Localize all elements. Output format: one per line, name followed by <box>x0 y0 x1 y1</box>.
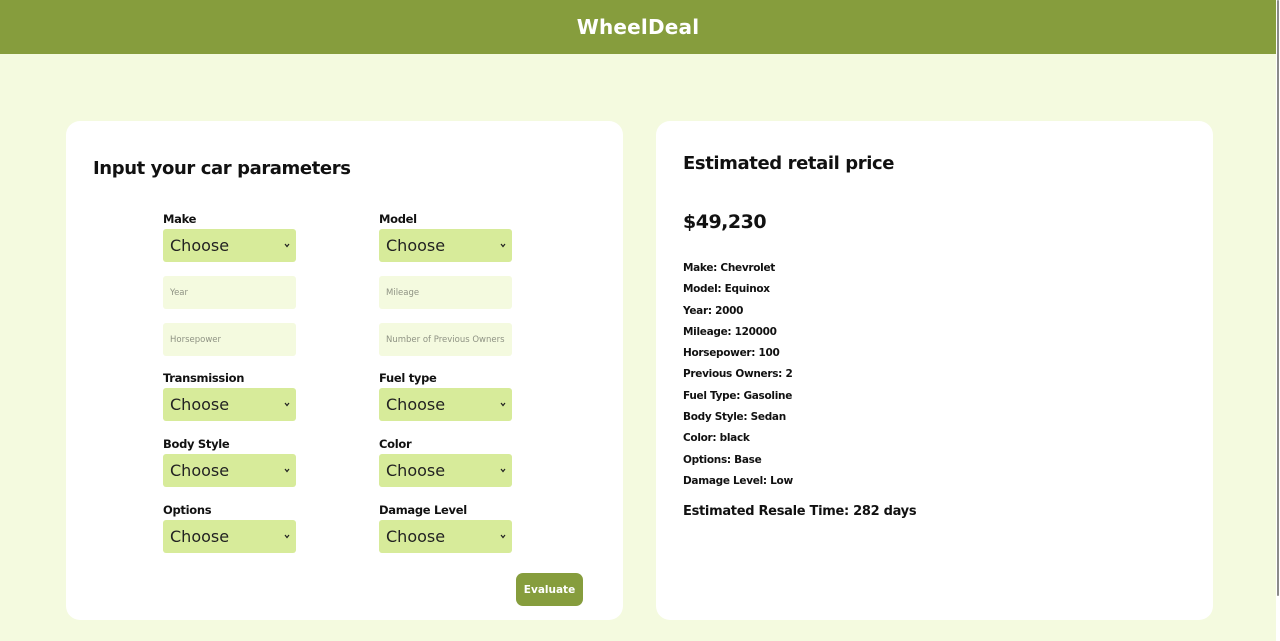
page-scrollbar[interactable] <box>1276 0 1280 641</box>
fuel-type-select[interactable]: Choose <box>379 388 512 421</box>
chevron-down-icon <box>284 402 290 407</box>
estimated-price: $49,230 <box>683 211 767 233</box>
detail-model: Model: Equinox <box>683 283 770 296</box>
damage-level-label: Damage Level <box>379 503 467 517</box>
brand-logo[interactable]: WheelDeal <box>577 15 700 39</box>
model-select-value: Choose <box>386 236 446 255</box>
options-select[interactable]: Choose <box>163 520 296 553</box>
color-select[interactable]: Choose <box>379 454 512 487</box>
detail-damage-level: Damage Level: Low <box>683 474 793 487</box>
options-label: Options <box>163 503 212 517</box>
result-card: Estimated retail price $49,230 Make: Che… <box>656 121 1213 620</box>
model-select[interactable]: Choose <box>379 229 512 262</box>
options-select-value: Choose <box>170 527 230 546</box>
input-form-card: Input your car parameters Make Choose Mo… <box>66 121 623 620</box>
body-style-select-value: Choose <box>170 461 230 480</box>
color-select-value: Choose <box>386 461 446 480</box>
fuel-type-label: Fuel type <box>379 371 437 385</box>
scrollbar-thumb[interactable] <box>1277 0 1279 596</box>
previous-owners-input[interactable]: Number of Previous Owners <box>379 323 512 356</box>
chevron-down-icon <box>284 534 290 539</box>
transmission-select[interactable]: Choose <box>163 388 296 421</box>
detail-year: Year: 2000 <box>683 304 744 317</box>
year-input[interactable]: Year <box>163 276 296 309</box>
result-title: Estimated retail price <box>683 153 895 174</box>
transmission-select-value: Choose <box>170 395 230 414</box>
make-label: Make <box>163 212 197 226</box>
model-label: Model <box>379 212 417 226</box>
chevron-down-icon <box>500 468 506 473</box>
detail-fuel-type: Fuel Type: Gasoline <box>683 389 793 402</box>
resale-time: Estimated Resale Time: 282 days <box>683 504 917 519</box>
car-details-list: Make: Chevrolet Model: Equinox Year: 200… <box>683 258 793 492</box>
chevron-down-icon <box>500 243 506 248</box>
detail-mileage: Mileage: 120000 <box>683 325 777 338</box>
chevron-down-icon <box>284 243 290 248</box>
detail-make: Make: Chevrolet <box>683 262 775 274</box>
detail-color: Color: black <box>683 432 750 445</box>
chevron-down-icon <box>500 402 506 407</box>
body-style-label: Body Style <box>163 437 230 451</box>
form-title: Input your car parameters <box>93 158 351 179</box>
horsepower-input[interactable]: Horsepower <box>163 323 296 356</box>
color-label: Color <box>379 437 412 451</box>
mileage-input[interactable]: Mileage <box>379 276 512 309</box>
chevron-down-icon <box>500 534 506 539</box>
damage-level-select-value: Choose <box>386 527 446 546</box>
detail-body-style: Body Style: Sedan <box>683 411 786 424</box>
make-select[interactable]: Choose <box>163 229 296 262</box>
body-style-select[interactable]: Choose <box>163 454 296 487</box>
damage-level-select[interactable]: Choose <box>379 520 512 553</box>
fuel-type-select-value: Choose <box>386 395 446 414</box>
transmission-label: Transmission <box>163 371 245 385</box>
detail-previous-owners: Previous Owners: 2 <box>683 368 793 381</box>
top-header: WheelDeal <box>0 0 1276 54</box>
chevron-down-icon <box>284 468 290 473</box>
detail-horsepower: Horsepower: 100 <box>683 347 780 360</box>
evaluate-button[interactable]: Evaluate <box>516 573 583 606</box>
detail-options: Options: Base <box>683 453 762 466</box>
make-select-value: Choose <box>170 236 230 255</box>
